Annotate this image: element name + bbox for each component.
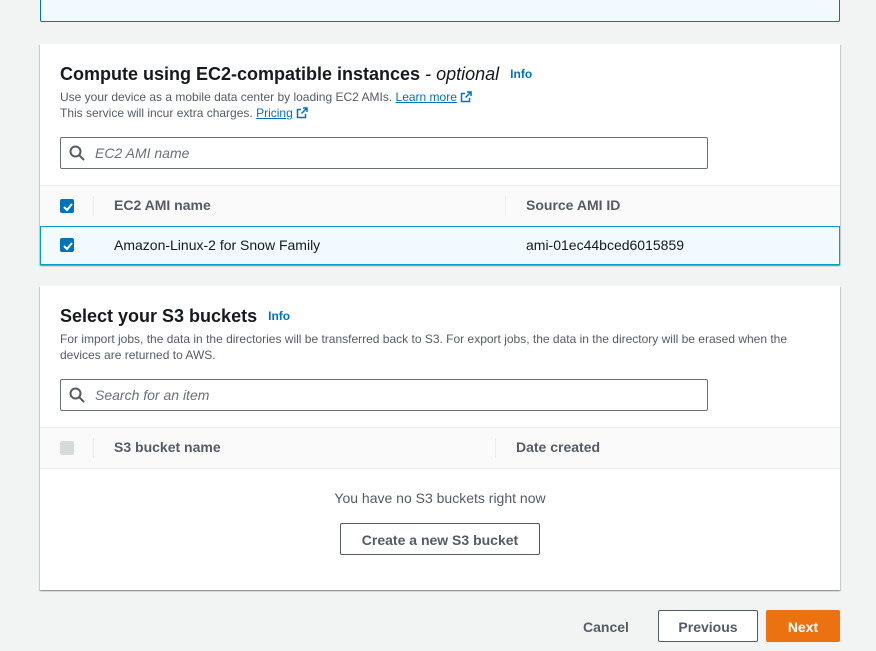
ec2-desc-line1: Use your device as a mobile data center …	[60, 90, 393, 104]
pricing-label: Pricing	[256, 106, 293, 120]
create-s3-bucket-button[interactable]: Create a new S3 bucket	[340, 523, 540, 555]
ec2-desc-line2: This service will incur extra charges.	[60, 106, 253, 120]
checkmark-icon	[63, 203, 73, 212]
previous-button[interactable]: Previous	[658, 610, 758, 642]
learn-more-link[interactable]: Learn more	[396, 90, 472, 104]
external-link-icon	[460, 91, 472, 103]
s3-search-box[interactable]	[60, 379, 708, 411]
ec2-search-input[interactable]	[93, 138, 697, 168]
ec2-info-link[interactable]: Info	[510, 67, 532, 81]
s3-title-text: Select your S3 buckets	[60, 306, 258, 326]
cancel-button[interactable]: Cancel	[570, 610, 642, 642]
column-divider	[505, 196, 506, 216]
column-divider	[93, 438, 94, 458]
column-header-date-created[interactable]: Date created	[516, 439, 600, 455]
search-icon	[69, 145, 85, 161]
ec2-card-title: Compute using EC2-compatible instances -…	[60, 64, 532, 85]
s3-search-input[interactable]	[93, 380, 697, 410]
ami-name-cell: Amazon-Linux-2 for Snow Family	[114, 237, 321, 253]
search-icon	[69, 387, 85, 403]
column-header-bucket-name[interactable]: S3 bucket name	[114, 439, 221, 455]
top-info-panel	[40, 0, 840, 22]
s3-buckets-card: Select your S3 buckets Info For import j…	[40, 286, 840, 590]
column-divider	[93, 196, 94, 216]
s3-description: For import jobs, the data in the directo…	[60, 332, 788, 362]
column-header-ami-name[interactable]: EC2 AMI name	[114, 197, 211, 213]
table-row[interactable]: Amazon-Linux-2 for Snow Family ami-01ec4…	[40, 226, 840, 265]
pricing-link[interactable]: Pricing	[256, 106, 308, 120]
empty-state-text: You have no S3 buckets right now	[334, 490, 546, 506]
s3-card-title: Select your S3 buckets Info	[60, 306, 290, 327]
learn-more-label: Learn more	[395, 90, 457, 104]
s3-table-header: S3 bucket name Date created	[40, 427, 840, 469]
ec2-table-header: EC2 AMI name Source AMI ID	[40, 185, 840, 227]
checkmark-icon	[63, 242, 73, 251]
ec2-title-optional: - optional	[425, 64, 500, 84]
ami-id-cell: ami-01ec44bced6015859	[526, 237, 685, 253]
ec2-title-text: Compute using EC2-compatible instances	[60, 64, 421, 84]
select-all-checkbox[interactable]	[60, 199, 74, 213]
select-all-checkbox-disabled	[60, 441, 74, 455]
column-divider	[495, 438, 496, 458]
ec2-compute-card: Compute using EC2-compatible instances -…	[40, 44, 840, 265]
ec2-search-box[interactable]	[60, 137, 708, 169]
next-button[interactable]: Next	[766, 610, 840, 642]
column-header-source-ami-id[interactable]: Source AMI ID	[526, 197, 620, 213]
s3-info-link[interactable]: Info	[268, 309, 290, 323]
row-checkbox[interactable]	[60, 238, 74, 252]
external-link-icon	[296, 107, 308, 119]
ec2-description: Use your device as a mobile data center …	[60, 89, 472, 121]
